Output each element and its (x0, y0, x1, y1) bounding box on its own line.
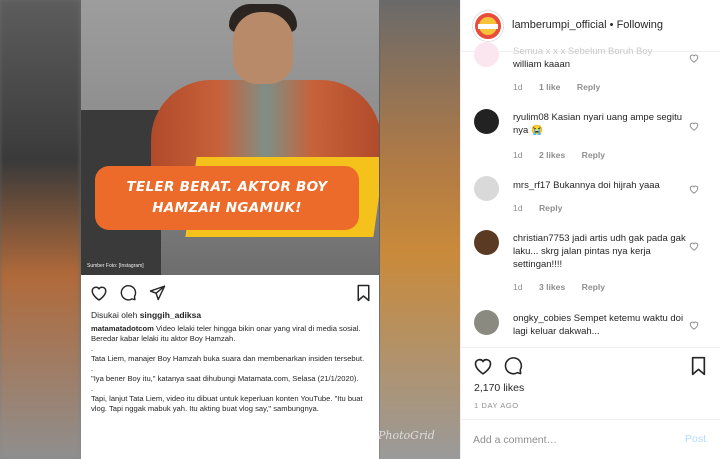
account-username[interactable]: lamberumpi_official (512, 19, 607, 31)
comment-meta: 1d 2 likes Reply (513, 150, 619, 160)
background-left (0, 0, 80, 459)
inner-post-actions (81, 281, 379, 305)
comment-time: 1d (513, 282, 523, 292)
like-heart-icon[interactable] (473, 356, 493, 380)
comment-body: ongky_cobies Sempet ketemu waktu doi lag… (513, 312, 688, 338)
photogrid-watermark: PhotoGrid (378, 429, 435, 442)
background-right (380, 0, 460, 459)
caption-line: . (91, 364, 94, 373)
comment-meta: 1d 3 likes Reply (513, 282, 619, 292)
post-photo: TELER BERAT. AKTOR BOY HAMZAH NGAMUK! Su… (81, 0, 379, 275)
post-media: TELER BERAT. AKTOR BOY HAMZAH NGAMUK! Su… (81, 0, 379, 459)
likes-count[interactable]: 2,170 likes (474, 382, 524, 394)
comment-input[interactable] (473, 432, 663, 448)
comments-list: Semua x x x Sebelum Boruh Boy william ka… (461, 42, 720, 346)
reply-button[interactable]: Reply (582, 150, 605, 160)
post-date: 1 DAY AGO (474, 401, 519, 410)
comment-text-faded: Semua x x x Sebelum Boruh Boy (513, 46, 653, 57)
comment-meta: 1d Reply (513, 203, 576, 213)
comment-heart-icon[interactable] (689, 50, 699, 63)
comment-body: christian7753 jadi artis udh gak pada ga… (513, 232, 688, 271)
comment-body: ryulim08 Kasian nyari uang ampe segitu n… (513, 111, 688, 137)
heart-icon[interactable] (90, 284, 108, 306)
comments-panel: lamberumpi_official • Following Semua x … (460, 0, 720, 459)
post-actions: 2,170 likes 1 DAY AGO (461, 347, 720, 417)
bookmark-icon[interactable] (356, 284, 371, 307)
liked-by-user[interactable]: singgih_adiksa (140, 310, 201, 320)
comment-heart-icon[interactable] (689, 181, 699, 194)
comment-username[interactable]: mrs_rf17 (513, 180, 550, 191)
caption-username[interactable]: matamatadotcom (91, 324, 154, 333)
comment-meta: 1d 1 like Reply (513, 82, 614, 92)
liked-by: Disukai oleh singgih_adiksa (91, 310, 201, 320)
reply-button[interactable]: Reply (582, 282, 605, 292)
avatar-logo-band (478, 24, 498, 29)
comment-username[interactable]: christian7753 (513, 233, 570, 244)
comment-time: 1d (513, 203, 523, 213)
reply-button[interactable]: Reply (577, 82, 600, 92)
comment-heart-icon[interactable] (689, 118, 699, 131)
account-avatar[interactable] (473, 11, 503, 41)
commenter-avatar[interactable] (474, 310, 499, 335)
comment-heart-icon[interactable] (689, 238, 699, 251)
photo-credit: Sumber Foto: [Instagram] (87, 263, 144, 269)
add-comment-bar: Post (461, 419, 720, 459)
caption-line: "Iya bener Boy itu," katanya saat dihubu… (91, 374, 359, 383)
comment-username[interactable]: ryulim08 (513, 112, 549, 123)
comment-time: 1d (513, 82, 523, 92)
headline-banner: TELER BERAT. AKTOR BOY HAMZAH NGAMUK! (95, 166, 359, 230)
reply-button[interactable]: Reply (539, 203, 562, 213)
account-line: lamberumpi_official • Following (512, 19, 663, 31)
caption-line: Tapi, lanjut Tata Liem, video itu dibuat… (91, 394, 363, 413)
commenter-avatar[interactable] (474, 42, 499, 67)
comment-heart-icon[interactable] (689, 317, 699, 330)
save-bookmark-icon[interactable] (690, 356, 707, 381)
photo-person-head (233, 12, 293, 84)
comment-text: Bukannya doi hijrah yaaa (553, 180, 660, 191)
comment-time: 1d (513, 150, 523, 160)
commenter-avatar[interactable] (474, 230, 499, 255)
headline-text: TELER BERAT. AKTOR BOY HAMZAH NGAMUK! (126, 179, 328, 216)
post-button[interactable]: Post (685, 433, 706, 445)
post-caption: matamatadotcom Video lelaki teler hingga… (91, 324, 373, 414)
share-icon[interactable] (149, 284, 166, 306)
commenter-avatar[interactable] (474, 109, 499, 134)
comment-icon[interactable] (120, 284, 137, 306)
comment-body: mrs_rf17 Bukannya doi hijrah yaaa (513, 179, 688, 192)
comment-likes[interactable]: 2 likes (539, 150, 565, 160)
comment-username[interactable]: ongky_cobies (513, 313, 571, 324)
following-button[interactable]: Following (617, 19, 663, 31)
commenter-avatar[interactable] (474, 176, 499, 201)
comment-likes[interactable]: 1 like (539, 82, 561, 92)
caption-line: Tata Liem, manajer Boy Hamzah buka suara… (91, 354, 365, 363)
caption-line: . (91, 344, 94, 353)
comment-text: william kaaan (513, 59, 571, 70)
caption-line: . (91, 384, 94, 393)
comment-bubble-icon[interactable] (504, 356, 523, 380)
header-separator: • (609, 19, 614, 31)
liked-by-prefix: Disukai oleh (91, 310, 138, 320)
comment-likes[interactable]: 3 likes (539, 282, 565, 292)
